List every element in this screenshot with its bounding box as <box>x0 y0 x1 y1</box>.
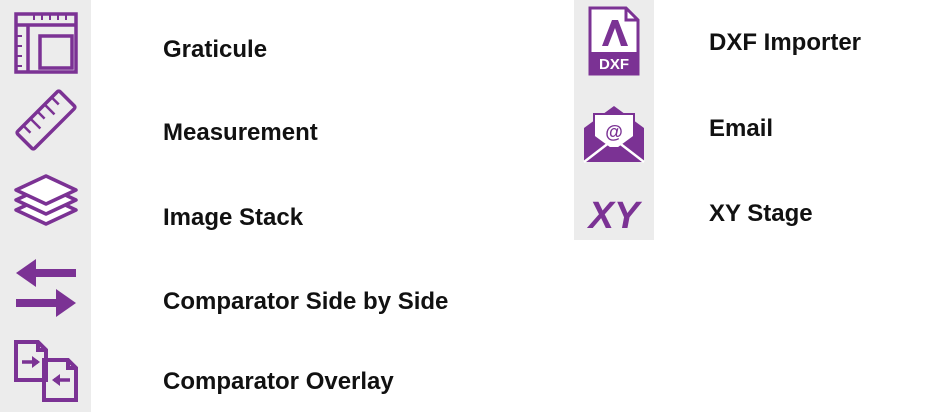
dxf-file-icon[interactable]: DXF <box>586 6 642 76</box>
tool-label-image-stack: Image Stack <box>163 204 304 231</box>
xy-icon-text: XY <box>587 195 643 236</box>
tool-label-comparator-overlay: Comparator Overlay <box>163 368 394 395</box>
overlay-icon[interactable] <box>10 334 82 406</box>
email-icon-text: @ <box>605 122 623 142</box>
layers-icon[interactable] <box>12 170 80 234</box>
ruler-icon[interactable] <box>12 86 80 154</box>
tool-label-xy-stage: XY Stage <box>709 200 813 227</box>
tool-label-comparator-side-by-side: Comparator Side by Side <box>163 288 449 315</box>
xy-stage-icon[interactable]: XY <box>576 192 652 236</box>
dxf-icon-text: DXF <box>599 56 629 73</box>
tool-label-email: Email <box>709 115 774 142</box>
graticule-icon[interactable] <box>12 8 80 76</box>
tool-label-graticule: Graticule <box>163 36 268 63</box>
tool-label-dxf-importer: DXF Importer <box>709 29 862 56</box>
tool-label-measurement: Measurement <box>163 119 318 146</box>
swap-arrows-icon[interactable] <box>12 253 80 323</box>
email-icon[interactable]: @ <box>580 102 648 166</box>
